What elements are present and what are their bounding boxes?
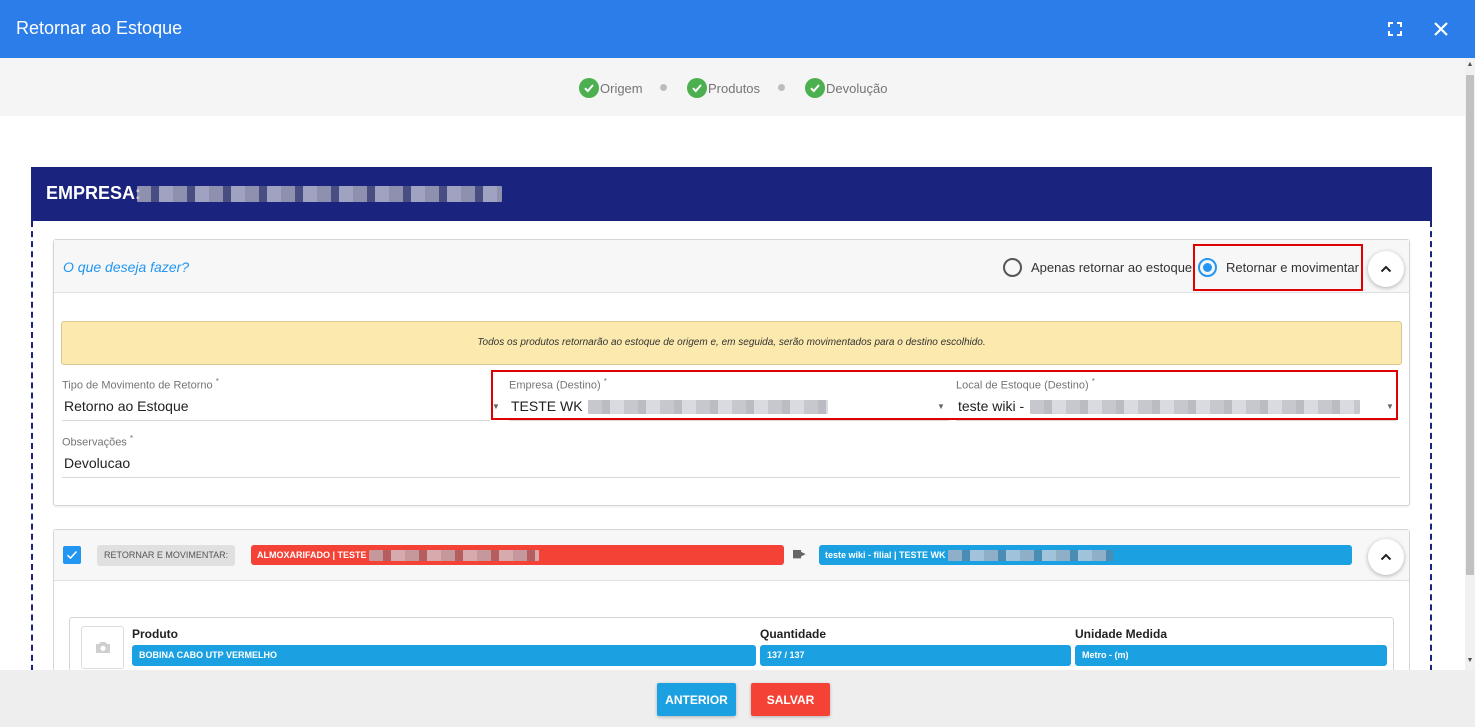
redacted-text: [948, 550, 1114, 562]
transfer-arrow-icon: ▮▮▸: [792, 548, 806, 560]
movement-card: RETORNAR E MOVIMENTAR: ALMOXARIFADO | TE…: [53, 529, 1410, 689]
column-header-produto: Produto: [132, 627, 178, 641]
field-value: Retorno ao Estoque: [64, 398, 189, 414]
camera-icon: [95, 642, 110, 653]
step-label: Produtos: [708, 80, 761, 96]
check-circle-icon: [805, 78, 825, 98]
checkmark-icon: [66, 550, 78, 560]
redacted-empresa-name: [137, 186, 502, 202]
redacted-text: [588, 400, 829, 415]
action-card: O que deseja fazer? Apenas retornar ao e…: [53, 239, 1410, 506]
column-header-unidade: Unidade Medida: [1075, 627, 1168, 641]
dialog-footer: ANTERIOR SALVAR: [0, 670, 1475, 727]
tipo-movimento-field[interactable]: Tipo de Movimento de Retorno * Retorno a…: [62, 377, 500, 421]
empresa-destino-select[interactable]: Empresa (Destino) * TESTE WK ▼: [509, 377, 949, 421]
field-label: Empresa (Destino): [509, 379, 601, 392]
radio-label: Retornar e movimentar: [1226, 260, 1359, 275]
action-card-header: O que deseja fazer? Apenas retornar ao e…: [54, 240, 1409, 293]
quantity-cell: 137 / 137: [760, 645, 1071, 666]
save-button[interactable]: SALVAR: [751, 683, 830, 716]
action-question: O que deseja fazer?: [63, 259, 190, 275]
product-name-cell: BOBINA CABO UTP VERMELHO: [132, 645, 756, 666]
check-circle-icon: [579, 78, 599, 98]
step-separator: [660, 84, 667, 91]
origin-location-bar: ALMOXARIFADO | TESTE: [251, 545, 784, 565]
wizard-stepper: Origem Produtos Devolução: [0, 58, 1465, 116]
scrollbar-thumb[interactable]: [1466, 75, 1474, 575]
fullscreen-icon[interactable]: [1383, 17, 1407, 41]
collapse-button[interactable]: [1368, 251, 1404, 287]
collapse-button[interactable]: [1368, 539, 1404, 575]
field-label: Tipo de Movimento de Retorno: [62, 379, 213, 392]
info-notice: Todos os produtos retornarão ao estoque …: [61, 321, 1402, 365]
dialog-title: Retornar ao Estoque: [16, 18, 183, 38]
unit-cell: Metro - (m): [1075, 645, 1387, 666]
action-chip: RETORNAR E MOVIMENTAR:: [97, 545, 236, 566]
step-origem[interactable]: Origem: [579, 78, 643, 98]
check-circle-icon: [687, 78, 707, 98]
select-checkbox[interactable]: [63, 546, 81, 564]
step-separator: [778, 84, 785, 91]
step-devolucao[interactable]: Devolução: [805, 78, 887, 98]
empresa-header: EMPRESA:: [31, 167, 1432, 221]
empresa-label: EMPRESA:: [46, 183, 142, 203]
local-estoque-select[interactable]: Local de Estoque (Destino) * teste wiki …: [956, 377, 1396, 421]
field-label: Local de Estoque (Destino): [956, 379, 1089, 392]
field-value: TESTE WK: [511, 398, 829, 415]
radio-checked-icon: [1198, 258, 1217, 277]
field-value: teste wiki -: [958, 398, 1361, 415]
radio-unchecked-icon: [1003, 258, 1022, 277]
radio-label: Apenas retornar ao estoque: [1031, 260, 1193, 275]
redacted-text: [1030, 400, 1361, 415]
close-icon[interactable]: [1429, 17, 1453, 41]
dropdown-caret-icon[interactable]: ▼: [937, 402, 945, 411]
previous-button[interactable]: ANTERIOR: [657, 683, 736, 716]
chevron-up-icon: [1380, 553, 1392, 561]
field-value: Devolucao: [64, 455, 131, 471]
dropdown-caret-icon[interactable]: ▼: [1386, 402, 1394, 411]
movement-card-header: RETORNAR E MOVIMENTAR: ALMOXARIFADO | TE…: [54, 530, 1409, 581]
step-label: Devolução: [826, 80, 888, 96]
vertical-scrollbar[interactable]: ▲ ▼: [1465, 58, 1475, 670]
observacoes-input[interactable]: Observações * Devolucao: [62, 434, 1400, 478]
step-produtos[interactable]: Produtos: [687, 78, 760, 98]
dialog-titlebar: Retornar ao Estoque: [0, 0, 1475, 58]
scroll-up-arrow-icon[interactable]: ▲: [1466, 60, 1474, 70]
step-label: Origem: [600, 80, 643, 96]
radio-apenas-retornar[interactable]: Apenas retornar ao estoque: [1003, 258, 1192, 277]
redacted-text: [369, 550, 540, 562]
scroll-down-arrow-icon[interactable]: ▼: [1466, 656, 1474, 666]
destination-location-bar: teste wiki - filial | TESTE WK: [819, 545, 1352, 565]
column-header-quantidade: Quantidade: [760, 627, 827, 641]
chevron-up-icon: [1380, 265, 1392, 273]
field-label: Observações: [62, 436, 127, 449]
product-image-placeholder: [81, 626, 124, 669]
radio-retornar-movimentar[interactable]: Retornar e movimentar: [1198, 258, 1359, 277]
